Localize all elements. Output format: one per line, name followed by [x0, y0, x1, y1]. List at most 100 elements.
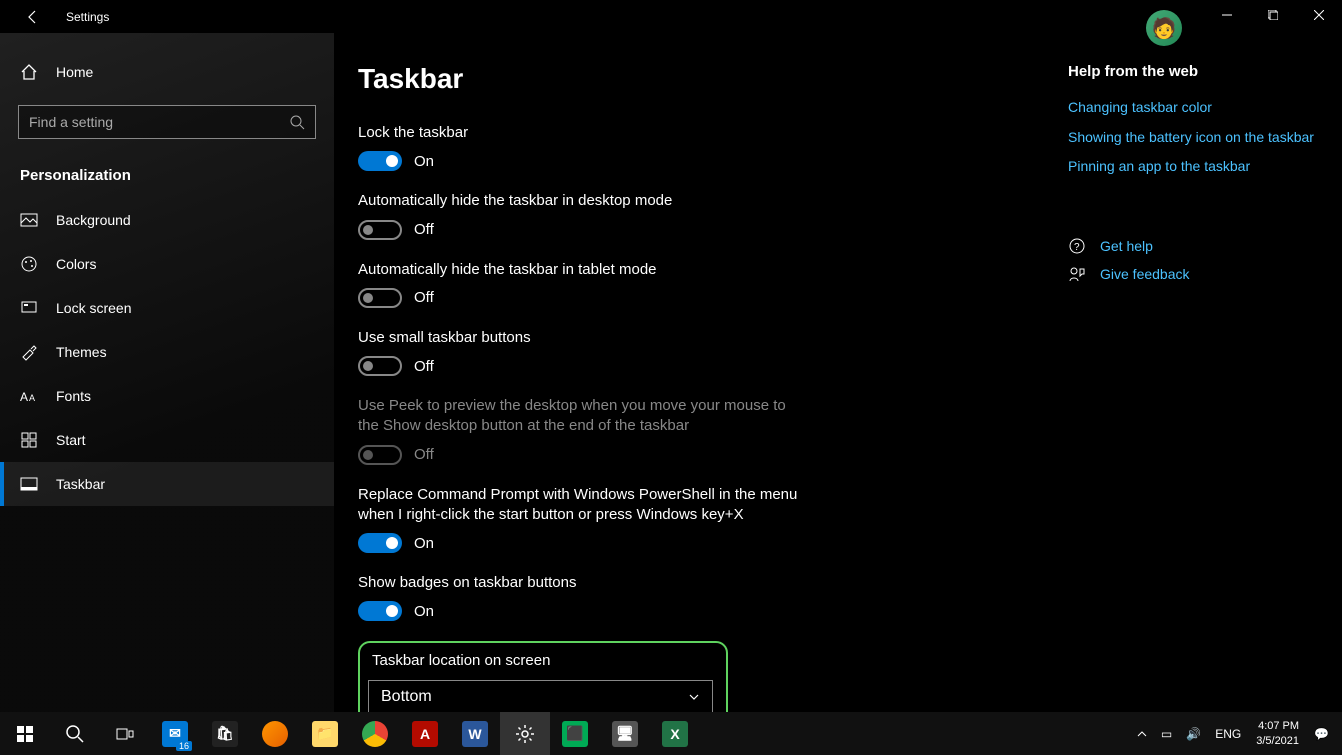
user-avatar[interactable]: 🧑	[1146, 10, 1182, 46]
minimize-button[interactable]	[1204, 0, 1250, 30]
svg-text:A: A	[20, 390, 28, 404]
setting-label: Use small taskbar buttons	[358, 328, 808, 348]
sidebar-item-label: Fonts	[56, 388, 91, 404]
fonts-icon: AA	[20, 387, 38, 405]
picture-icon	[20, 211, 38, 229]
window-title: Settings	[66, 10, 109, 24]
toggle-switch[interactable]	[358, 151, 402, 171]
back-button[interactable]	[18, 2, 48, 32]
toggle-switch[interactable]	[358, 220, 402, 240]
get-help-link[interactable]: Get help	[1100, 238, 1153, 254]
toggle-state: Off	[414, 446, 434, 463]
palette-icon	[20, 255, 38, 273]
taskbar-app-firefox[interactable]	[250, 712, 300, 755]
home-icon	[20, 63, 38, 81]
sidebar-item-label: Lock screen	[56, 300, 131, 316]
category-label: Personalization	[0, 157, 334, 198]
help-link[interactable]: Pinning an app to the taskbar	[1068, 157, 1318, 177]
page-title: Taskbar	[358, 63, 1038, 95]
taskbar-app-settings[interactable]	[500, 712, 550, 755]
sidebar-item-themes[interactable]: Themes	[0, 330, 334, 374]
taskbar-app-store[interactable]: 🛍	[200, 712, 250, 755]
tray-notifications-icon[interactable]: 💬	[1307, 712, 1336, 755]
setting-label: Replace Command Prompt with Windows Powe…	[358, 485, 808, 526]
help-title: Help from the web	[1068, 63, 1318, 80]
sidebar-item-background[interactable]: Background	[0, 198, 334, 242]
setting-label: Use Peek to preview the desktop when you…	[358, 396, 808, 437]
svg-text:?: ?	[1074, 242, 1080, 253]
taskbar-app-word[interactable]: W	[450, 712, 500, 755]
toggle-state: Off	[414, 289, 434, 306]
maximize-button[interactable]	[1250, 0, 1296, 30]
setting-badges: Show badges on taskbar buttons On	[358, 573, 1038, 621]
help-link[interactable]: Showing the battery icon on the taskbar	[1068, 128, 1318, 148]
tray-overflow[interactable]	[1130, 712, 1154, 755]
taskbar-app-explorer[interactable]: 📁	[300, 712, 350, 755]
search-box[interactable]	[18, 105, 316, 139]
setting-label: Taskbar location on screen	[372, 651, 718, 671]
task-view-button[interactable]	[100, 712, 150, 755]
toggle-state: On	[414, 603, 434, 620]
taskbar-app-mail[interactable]: ✉16	[150, 712, 200, 755]
setting-lock-taskbar: Lock the taskbar On	[358, 123, 1038, 171]
setting-peek: Use Peek to preview the desktop when you…	[358, 396, 1038, 465]
taskbar-app-chrome[interactable]	[350, 712, 400, 755]
setting-small-buttons: Use small taskbar buttons Off	[358, 328, 1038, 376]
start-icon	[20, 431, 38, 449]
sidebar-item-colors[interactable]: Colors	[0, 242, 334, 286]
taskbar-app-excel[interactable]: X	[650, 712, 700, 755]
tray-volume-icon[interactable]: 🔊	[1179, 712, 1208, 755]
toggle-state: On	[414, 535, 434, 552]
setting-label: Automatically hide the taskbar in deskto…	[358, 191, 808, 211]
sidebar-item-label: Start	[56, 432, 86, 448]
toggle-switch[interactable]	[358, 356, 402, 376]
setting-autohide-tablet: Automatically hide the taskbar in tablet…	[358, 260, 1038, 308]
taskbar-location-dropdown[interactable]: Bottom	[368, 680, 713, 714]
close-button[interactable]	[1296, 0, 1342, 30]
toggle-state: Off	[414, 358, 434, 375]
chevron-down-icon	[688, 691, 700, 703]
toggle-switch[interactable]	[358, 288, 402, 308]
lockscreen-icon	[20, 299, 38, 317]
search-icon	[289, 114, 305, 130]
tray-network-icon[interactable]: ▭	[1154, 712, 1179, 755]
setting-powershell: Replace Command Prompt with Windows Powe…	[358, 485, 1038, 554]
toggle-state: Off	[414, 221, 434, 238]
help-link[interactable]: Changing taskbar color	[1068, 98, 1318, 118]
home-nav[interactable]: Home	[0, 53, 334, 91]
toggle-switch[interactable]	[358, 601, 402, 621]
sidebar: Home Personalization Background Colors L…	[0, 33, 334, 712]
sidebar-item-label: Background	[56, 212, 131, 228]
sidebar-item-lockscreen[interactable]: Lock screen	[0, 286, 334, 330]
give-feedback-link[interactable]: Give feedback	[1100, 266, 1190, 282]
start-button[interactable]	[0, 712, 50, 755]
tray-language[interactable]: ENG	[1208, 712, 1248, 755]
setting-label: Lock the taskbar	[358, 123, 808, 143]
taskbar-app-running2[interactable]: 🖥	[600, 712, 650, 755]
search-input[interactable]	[29, 114, 289, 130]
taskbar-app-acrobat[interactable]: A	[400, 712, 450, 755]
toggle-switch	[358, 445, 402, 465]
setting-label: Show badges on taskbar buttons	[358, 573, 808, 593]
sidebar-item-start[interactable]: Start	[0, 418, 334, 462]
themes-icon	[20, 343, 38, 361]
windows-taskbar: ✉16 🛍 📁 A W ⬛ 🖥 X ▭ 🔊 ENG 4:07 PM 3/5/20…	[0, 712, 1342, 755]
home-label: Home	[56, 64, 93, 80]
setting-autohide-desktop: Automatically hide the taskbar in deskto…	[358, 191, 1038, 239]
sidebar-item-taskbar[interactable]: Taskbar	[0, 462, 334, 506]
tray-date: 3/5/2021	[1256, 734, 1299, 748]
setting-label: Automatically hide the taskbar in tablet…	[358, 260, 808, 280]
toggle-switch[interactable]	[358, 533, 402, 553]
taskbar-icon	[20, 475, 38, 493]
mail-badge: 16	[176, 741, 192, 751]
sidebar-item-label: Colors	[56, 256, 96, 272]
sidebar-item-label: Themes	[56, 344, 107, 360]
help-icon: ?	[1068, 237, 1086, 255]
svg-text:A: A	[29, 393, 35, 403]
feedback-icon	[1068, 265, 1086, 283]
sidebar-item-fonts[interactable]: AA Fonts	[0, 374, 334, 418]
tray-clock[interactable]: 4:07 PM 3/5/2021	[1248, 719, 1307, 748]
search-button[interactable]	[50, 712, 100, 755]
toggle-state: On	[414, 153, 434, 170]
taskbar-app-running1[interactable]: ⬛	[550, 712, 600, 755]
